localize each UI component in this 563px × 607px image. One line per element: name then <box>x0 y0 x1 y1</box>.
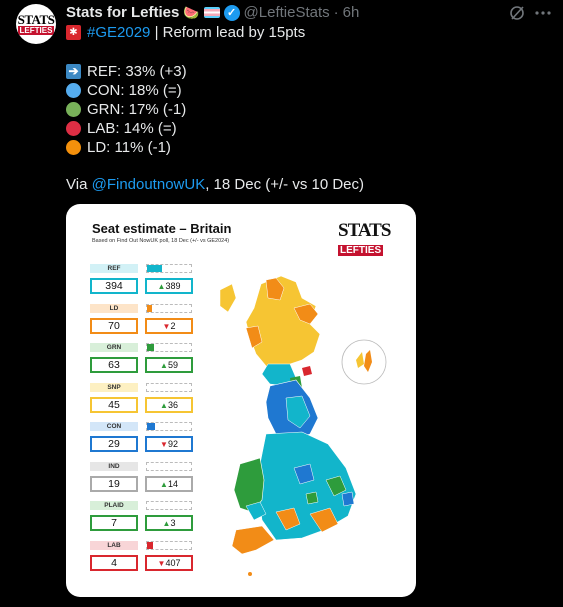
via-line: Via @FindoutnowUK, 18 Dec (+/- vs 10 Dec… <box>66 176 364 193</box>
display-name[interactable]: Stats for Lefties <box>66 4 179 21</box>
poll-text: LAB: 14% (=) <box>87 120 177 137</box>
up-triangle-icon: ▲ <box>160 479 168 489</box>
card-subtitle: Based on Find Out NowUK poll, 18 Dec (+/… <box>92 238 230 244</box>
poll-text: CON: 18% (=) <box>87 82 182 99</box>
poll-line-ld: LD: 11% (-1) <box>66 139 171 156</box>
seat-change: ▼407 <box>145 554 193 571</box>
seat-count: 19 <box>90 475 138 492</box>
watermelon-icon: 🍉 <box>183 4 200 20</box>
vote-share-bar <box>146 343 192 352</box>
verified-badge-icon[interactable]: ✓ <box>223 4 240 21</box>
seat-count: 63 <box>90 357 138 373</box>
party-label: LD <box>90 303 138 313</box>
up-triangle-icon: ▲ <box>160 361 168 370</box>
party-label: LAB <box>90 540 138 550</box>
tweet-header: Stats for Lefties 🍉 ✓ @LeftieStats · 6h <box>66 4 359 21</box>
logo-bottom: LEFTIES <box>338 245 384 256</box>
headline: ✱ #GE2029 | Reform lead by 15pts <box>66 24 305 41</box>
timestamp[interactable]: 6h <box>343 4 360 21</box>
bristol-grn-area <box>305 491 319 505</box>
seat-count: 7 <box>90 515 138 531</box>
poll-line-grn: GRN: 17% (-1) <box>66 101 186 118</box>
vote-share-bar <box>146 461 192 471</box>
party-label: GRN <box>90 343 138 352</box>
seat-count: 70 <box>90 317 138 334</box>
via-prefix: Via <box>66 176 88 193</box>
poll-line-lab: LAB: 14% (=) <box>66 120 177 137</box>
blue-circle-icon <box>66 83 81 98</box>
handle[interactable]: @LeftieStats <box>244 4 330 21</box>
green-circle-icon <box>66 102 81 117</box>
party-label: REF <box>90 264 138 273</box>
seat-change: ▲14 <box>145 475 193 492</box>
party-label: CON <box>90 422 138 431</box>
party-label: IND <box>90 461 138 471</box>
vote-share-bar <box>146 422 192 431</box>
grok-icon[interactable] <box>508 4 526 22</box>
poll-text: GRN: 17% (-1) <box>87 101 187 118</box>
card-title: Seat estimate – Britain <box>92 221 232 236</box>
separator-dot: · <box>333 4 339 21</box>
stats-for-lefties-logo: STATS LEFTIES <box>338 220 391 258</box>
via-suffix: , 18 Dec (+/- vs 10 Dec) <box>205 176 365 193</box>
seat-change: ▲389 <box>145 278 193 294</box>
red-circle-icon <box>66 121 81 136</box>
vote-share-fill <box>147 265 162 272</box>
poll-line-ref: ➔ REF: 33% (+3) <box>66 63 187 80</box>
orange-circle-icon <box>66 140 81 155</box>
seat-change: ▲59 <box>145 357 193 373</box>
vote-share-bar <box>146 540 192 550</box>
vote-share-fill <box>147 304 152 312</box>
vote-share-bar <box>146 501 192 510</box>
avatar-logo-bottom: LEFTIES <box>17 25 55 35</box>
seat-count: 29 <box>90 436 138 452</box>
edinburgh-lab-area <box>302 366 312 376</box>
party-label: SNP <box>90 382 138 392</box>
shetland-area <box>356 352 364 368</box>
scilly-area <box>248 572 252 576</box>
seat-estimate-image[interactable]: Seat estimate – Britain Based on Find Ou… <box>66 204 416 597</box>
headline-text: | Reform lead by 15pts <box>154 24 306 41</box>
southeast-con-area <box>341 491 355 507</box>
seat-count: 4 <box>90 554 138 571</box>
party-label: PLAID <box>90 501 138 510</box>
southwest-ld-area <box>231 525 275 555</box>
mention-link[interactable]: @FindoutnowUK <box>92 176 206 193</box>
poll-text: REF: 33% (+3) <box>87 63 187 80</box>
shetland-inset <box>341 339 387 385</box>
seat-change: ▼2 <box>145 317 193 334</box>
seat-count: 45 <box>90 396 138 413</box>
trans-flag-icon <box>203 7 220 18</box>
seat-change: ▲36 <box>145 396 193 413</box>
western-isles-area <box>219 283 237 313</box>
hashtag-link[interactable]: #GE2029 <box>87 24 150 41</box>
avatar[interactable]: STATS LEFTIES <box>16 4 56 44</box>
seat-change: ▼92 <box>145 436 193 452</box>
uk-seat-map <box>219 275 387 576</box>
vote-share-bar <box>146 382 192 392</box>
poll-text: LD: 11% (-1) <box>87 139 171 156</box>
vote-share-bar <box>146 264 192 273</box>
seat-change: ▲3 <box>145 515 193 531</box>
avatar-logo-top: STATS <box>17 11 55 27</box>
logo-top: STATS <box>338 220 391 241</box>
siren-icon: ✱ <box>66 25 81 40</box>
vote-share-fill <box>147 541 154 549</box>
vote-share-bar <box>146 303 192 313</box>
vote-share-fill <box>147 344 155 351</box>
seat-count: 394 <box>90 278 138 294</box>
orkney-area <box>364 350 372 372</box>
poll-line-con: CON: 18% (=) <box>66 82 182 99</box>
more-options-icon[interactable] <box>534 4 552 22</box>
up-triangle-icon: ▲ <box>160 400 168 410</box>
vote-share-fill <box>147 423 155 430</box>
down-triangle-icon: ▼ <box>160 440 168 449</box>
right-arrow-icon: ➔ <box>66 64 81 79</box>
